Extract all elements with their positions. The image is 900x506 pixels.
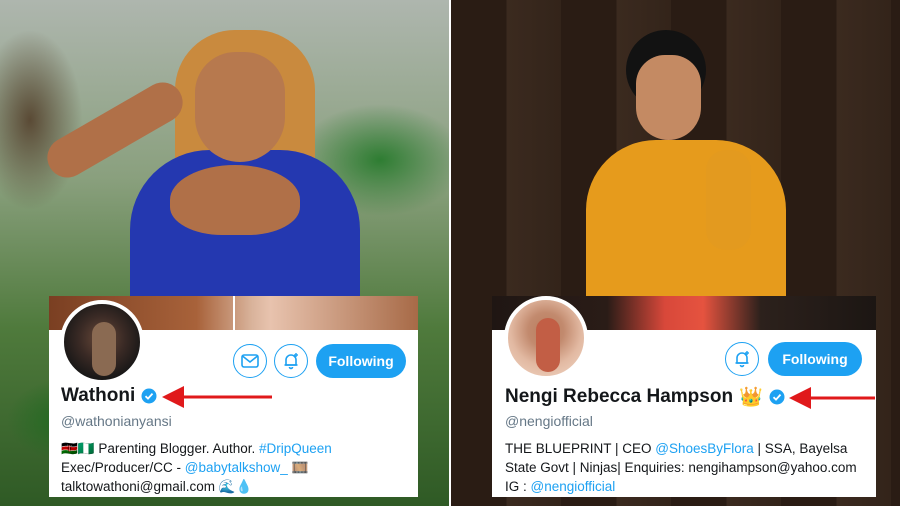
notifications-button[interactable] (274, 344, 308, 378)
display-name: Nengi Rebecca Hampson (505, 386, 734, 407)
wave-emoji: 🌊💧 (218, 479, 253, 494)
bio-text: THE BLUEPRINT | CEO (505, 441, 656, 456)
display-name: Wathoni (61, 385, 136, 406)
following-button[interactable]: Following (768, 342, 862, 376)
person-face (195, 52, 285, 162)
red-arrow-icon (789, 387, 875, 409)
following-button[interactable]: Following (316, 344, 406, 378)
bio-text: Exec/Producer/CC - (61, 460, 185, 475)
verified-badge-icon (141, 388, 157, 404)
avatar[interactable] (504, 296, 588, 380)
bio-text: IG : (505, 479, 531, 494)
bio-text: State Govt | Ninjas| Enquiries: nengiham… (505, 460, 857, 475)
film-emoji: 🎞️ (287, 460, 309, 475)
profile-handle: @wathonianyansi (61, 413, 172, 429)
profile-bio: THE BLUEPRINT | CEO @ShoesByFlora | SSA,… (505, 439, 875, 496)
mention-link[interactable]: @nengiofficial (531, 479, 616, 494)
mail-icon (241, 354, 259, 368)
profile-bio: 🇰🇪🇳🇬 Parenting Blogger. Author. #DripQue… (61, 439, 411, 496)
mention-link[interactable]: @babytalkshow_ (185, 460, 288, 475)
bell-plus-icon (735, 351, 749, 368)
person-arm (706, 150, 751, 250)
crown-emoji: 👑 (739, 387, 763, 408)
flag-emojis: 🇰🇪🇳🇬 (61, 441, 95, 456)
profile-name: Wathoni (61, 385, 157, 407)
bio-text: Parenting Blogger. Author. (94, 441, 259, 456)
person-face (636, 55, 701, 140)
person-shoulders (170, 165, 300, 235)
profile-name: Nengi Rebecca Hampson 👑 (505, 385, 785, 409)
avatar[interactable] (60, 300, 144, 384)
red-arrow-icon (162, 386, 272, 408)
left-photo-panel: Following Wathoni @wathonianyansi 🇰🇪🇳🇬 P… (0, 0, 449, 506)
verified-badge-icon (769, 389, 785, 405)
profile-handle: @nengiofficial (505, 413, 593, 429)
bell-plus-icon (284, 353, 298, 370)
mention-link[interactable]: @ShoesByFlora (655, 441, 754, 456)
hashtag-link[interactable]: #DripQueen (259, 441, 332, 456)
bio-text: | SSA, Bayelsa (753, 441, 848, 456)
bio-email: talktowathoni@gmail.com (61, 479, 219, 494)
notifications-button[interactable] (725, 342, 759, 376)
message-button[interactable] (233, 344, 267, 378)
